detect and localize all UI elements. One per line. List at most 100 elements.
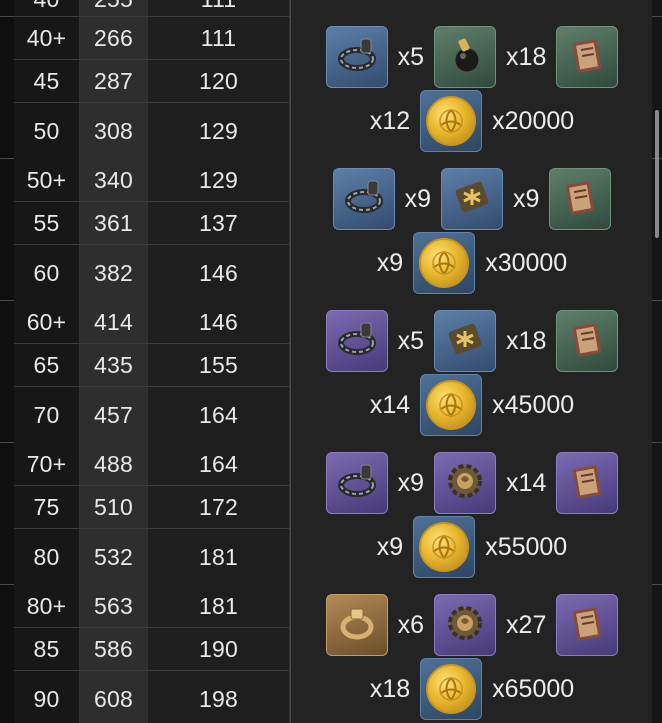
level-cell: 60+ <box>14 301 80 343</box>
table-row: 90 608 198 <box>14 671 290 723</box>
value-cell-b: 198 <box>148 671 290 723</box>
table-band: 60+ 414 146 65 435 155 70 457 164 x5 x18 x14 x45000 <box>0 301 662 443</box>
reward-quantity: x18 <box>506 42 547 71</box>
value-cell-a: 488 <box>80 443 148 485</box>
scroll-icon[interactable] <box>556 594 619 656</box>
reward-quantity: x9 <box>376 248 404 277</box>
level-cell: 50 <box>14 103 80 159</box>
value-cell-a: 608 <box>80 671 148 723</box>
value-cell-b: 181 <box>148 585 290 627</box>
reward-quantity: x9 <box>397 468 425 497</box>
rune-tablet-icon[interactable] <box>441 168 503 230</box>
table-band-top: 40 255 111 <box>0 0 662 17</box>
rewards-panel: x9 x14 x9 x55000 <box>290 443 652 585</box>
chain-collar-icon[interactable] <box>332 168 395 230</box>
value-cell-b: 164 <box>148 443 290 485</box>
value-cell-b: 111 <box>148 17 290 59</box>
reward-line-items: x9 x9 <box>291 167 653 231</box>
reward-quantity: x45000 <box>492 390 575 419</box>
rewards-panel: x5 x18 x12 x20000 <box>290 17 652 159</box>
level-cell: 90 <box>14 671 80 723</box>
cog-seal-icon[interactable] <box>434 594 497 656</box>
reward-quantity: x5 <box>397 42 425 71</box>
reward-quantity: x18 <box>506 326 547 355</box>
table-row: 70 457 164 <box>14 387 290 443</box>
level-cell: 55 <box>14 202 80 244</box>
value-cell-b: 111 <box>148 0 290 16</box>
gold-coin-icon[interactable] <box>420 90 483 152</box>
table-row: 65 435 155 <box>14 344 290 387</box>
reward-quantity: x9 <box>404 184 431 213</box>
level-cell: 80+ <box>14 585 80 627</box>
reward-quantity: x5 <box>397 326 425 355</box>
reward-line-items: x6 x27 <box>291 593 653 657</box>
rune-tablet-icon[interactable] <box>434 310 497 372</box>
scroll-icon[interactable] <box>556 310 619 372</box>
rewards-panel: x5 x18 x14 x45000 <box>290 301 652 443</box>
reward-quantity: x9 <box>513 184 540 213</box>
value-cell-a: 532 <box>80 529 148 585</box>
reward-quantity: x55000 <box>485 532 568 561</box>
value-cell-b: 181 <box>148 529 290 585</box>
value-cell-b: 146 <box>148 301 290 343</box>
reward-quantity: x18 <box>369 674 411 703</box>
chain-collar-icon[interactable] <box>325 452 388 514</box>
scrollbar[interactable] <box>655 110 659 238</box>
table-row: 80 532 181 <box>14 529 290 585</box>
table-row: 60 382 146 <box>14 245 290 301</box>
table-band: 70+ 488 164 75 510 172 80 532 181 x9 x14 x9 x55000 <box>0 443 662 585</box>
table-row: 60+ 414 146 <box>14 301 290 344</box>
value-cell-a: 266 <box>80 17 148 59</box>
table-row: 45 287 120 <box>14 60 290 103</box>
level-cell: 70 <box>14 387 80 443</box>
reward-quantity: x6 <box>397 610 425 639</box>
value-cell-a: 340 <box>80 159 148 201</box>
value-cell-a: 308 <box>80 103 148 159</box>
reward-line-gold: x18 x65000 <box>291 657 653 721</box>
table-band: 80+ 563 181 85 586 190 90 608 198 x6 x27 x18 x65000 <box>0 585 662 723</box>
reward-line-items: x5 x18 <box>291 25 653 89</box>
reward-quantity: x14 <box>506 468 547 497</box>
cog-seal-icon[interactable] <box>434 452 497 514</box>
level-reward-table: 40 255 111 40+2661114528712050308129x5x1… <box>0 0 662 723</box>
value-cell-b: 137 <box>148 202 290 244</box>
reward-quantity: x9 <box>376 532 404 561</box>
scroll-icon[interactable] <box>556 26 619 88</box>
reward-line-items: x5 x18 <box>291 309 653 373</box>
scroll-icon[interactable] <box>549 168 612 230</box>
chain-collar-icon[interactable] <box>325 310 388 372</box>
reward-line-gold: x12 x20000 <box>291 89 653 153</box>
chain-collar-icon[interactable] <box>325 26 388 88</box>
reward-quantity: x14 <box>369 390 411 419</box>
rewards-panel: x6 x27 x18 x65000 <box>290 585 652 723</box>
reward-line-items: x9 x14 <box>291 451 653 515</box>
gold-coin-icon[interactable] <box>420 374 483 436</box>
gold-coin-icon[interactable] <box>413 232 476 294</box>
value-cell-a: 361 <box>80 202 148 244</box>
reward-quantity: x12 <box>369 106 411 135</box>
flask-icon[interactable] <box>434 26 497 88</box>
table-band: 40+ 266 111 45 287 120 50 308 129 x5 x18 x12 x20000 <box>0 17 662 159</box>
gold-coin-icon[interactable] <box>420 658 483 720</box>
table-row: 55 361 137 <box>14 202 290 245</box>
level-cell: 45 <box>14 60 80 102</box>
level-cell: 80 <box>14 529 80 585</box>
value-cell-b: 120 <box>148 60 290 102</box>
value-cell-b: 146 <box>148 245 290 301</box>
reward-line-gold: x14 x45000 <box>291 373 653 437</box>
level-cell: 65 <box>14 344 80 386</box>
level-cell: 60 <box>14 245 80 301</box>
value-cell-b: 172 <box>148 486 290 528</box>
reward-quantity: x27 <box>506 610 547 639</box>
rewards-panel <box>290 0 652 17</box>
value-cell-b: 164 <box>148 387 290 443</box>
scroll-icon[interactable] <box>556 452 619 514</box>
value-cell-b: 129 <box>148 103 290 159</box>
ring-icon[interactable] <box>325 594 388 656</box>
level-cell: 70+ <box>14 443 80 485</box>
value-cell-a: 255 <box>80 0 148 16</box>
table-row: 50+ 340 129 <box>14 159 290 202</box>
value-cell-a: 414 <box>80 301 148 343</box>
gold-coin-icon[interactable] <box>413 516 476 578</box>
reward-line-gold: x9 x30000 <box>291 231 653 295</box>
